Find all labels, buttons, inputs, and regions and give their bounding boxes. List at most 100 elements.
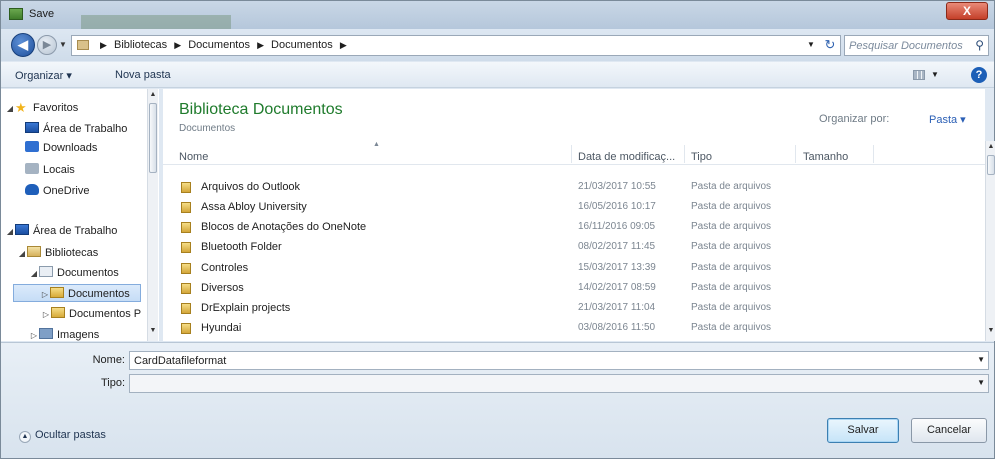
chevron-right-icon: ▶ (174, 40, 182, 50)
recent-pages-dropdown[interactable]: ▼ (59, 40, 67, 49)
file-name-label: Nome: (92, 354, 125, 366)
file-row[interactable]: Hyundai 03/08/2016 11:50 Pasta de arquiv… (163, 318, 985, 338)
navigation-scrollbar[interactable]: ▲ ▼ (147, 89, 158, 341)
nav-item-documentos-selected[interactable]: ▷ Documentos (13, 284, 141, 302)
file-row[interactable]: Blocos de Anotações do OneNote 16/11/201… (163, 217, 985, 237)
scroll-down-icon[interactable]: ▼ (148, 327, 158, 334)
save-form: Nome: ▼ Tipo: ▼ ▲ Ocultar pastas Salvar C… (1, 342, 994, 458)
nav-item-locais[interactable]: Locais (25, 161, 75, 179)
nav-item-label: OneDrive (43, 185, 90, 197)
column-header-size[interactable]: Tamanho (803, 151, 848, 163)
hide-folders-toggle[interactable]: ▲ Ocultar pastas (19, 429, 106, 443)
nav-item-bibliotecas[interactable]: ◢ Bibliotecas (17, 244, 98, 262)
file-row[interactable]: Bluetooth Folder 08/02/2017 11:45 Pasta … (163, 237, 985, 257)
scrollbar-thumb[interactable] (987, 155, 995, 175)
nav-item-label: Downloads (43, 142, 98, 154)
file-type: Pasta de arquivos (691, 302, 772, 313)
nav-item-label: Bibliotecas (45, 247, 99, 259)
folder-icon (181, 182, 191, 193)
file-name: DrExplain projects (201, 302, 291, 314)
arrange-by-label: Organizar por: (819, 113, 890, 125)
downloads-icon (25, 141, 39, 152)
breadcrumb-item[interactable]: Documentos (271, 39, 333, 51)
file-row[interactable]: Arquivos do Outlook 21/03/2017 10:55 Pas… (163, 177, 985, 197)
scrollbar-thumb[interactable] (149, 103, 157, 173)
file-name: Hyundai (201, 322, 242, 334)
file-type: Pasta de arquivos (691, 221, 772, 232)
file-type-select[interactable]: ▼ (129, 374, 989, 393)
column-header-type[interactable]: Tipo (691, 151, 712, 163)
column-header-date[interactable]: Data de modificaç... (578, 151, 675, 163)
scroll-down-icon[interactable]: ▼ (986, 327, 995, 334)
close-button[interactable]: X (946, 2, 988, 20)
breadcrumb-item[interactable]: Documentos (188, 39, 250, 51)
scroll-up-icon[interactable]: ▲ (986, 143, 995, 150)
nav-item-downloads[interactable]: Downloads (25, 139, 97, 157)
collapse-icon[interactable]: ◢ (17, 245, 27, 263)
chevron-down-icon[interactable]: ▼ (977, 378, 985, 387)
collapse-icon[interactable]: ◢ (5, 100, 15, 118)
search-icon[interactable]: ⚲ (975, 38, 984, 52)
column-divider[interactable] (684, 145, 685, 163)
search-box[interactable]: ⚲ (844, 35, 989, 56)
desktop-icon (15, 224, 29, 235)
collapse-icon[interactable]: ◢ (5, 223, 15, 241)
column-divider[interactable] (795, 145, 796, 163)
help-button[interactable]: ? (971, 67, 987, 83)
file-name: Blocos de Anotações do OneNote (201, 221, 367, 233)
column-divider[interactable] (873, 145, 874, 163)
chevron-down-icon: ▼ (931, 70, 939, 79)
file-type-label: Tipo: (100, 377, 125, 389)
refresh-button[interactable]: ↻ (821, 36, 839, 54)
file-date: 21/03/2017 11:04 (578, 302, 656, 313)
collapse-icon[interactable]: ◢ (29, 265, 39, 283)
expand-icon[interactable]: ▷ (40, 286, 50, 304)
background-window-ghost (81, 15, 231, 29)
file-row[interactable]: Controles 15/03/2017 13:39 Pasta de arqu… (163, 258, 985, 278)
address-dropdown[interactable]: ▼ (807, 40, 815, 49)
nav-item-label: Documentos (57, 267, 119, 279)
file-type: Pasta de arquivos (691, 322, 772, 333)
organize-menu-button[interactable]: Organizar ▾ (15, 69, 72, 82)
window-title: Save (29, 8, 55, 20)
nav-item-documentos-publicos[interactable]: ▷ Documentos P (41, 305, 141, 323)
file-row[interactable]: Assa Abloy University 16/05/2016 10:17 P… (163, 197, 985, 217)
arrange-by-dropdown[interactable]: Pasta ▾ (929, 113, 966, 126)
file-row[interactable]: DrExplain projects 21/03/2017 11:04 Past… (163, 298, 985, 318)
folder-icon (181, 283, 191, 294)
folder-icon (51, 307, 65, 318)
column-divider[interactable] (571, 145, 572, 163)
column-header-name[interactable]: Nome (179, 151, 208, 163)
back-button[interactable]: ◀ (11, 33, 35, 57)
nav-item-favoritos[interactable]: ◢ ★ Favoritos (5, 99, 78, 117)
file-row[interactable]: Diversos 14/02/2017 08:59 Pasta de arqui… (163, 278, 985, 298)
scroll-up-icon[interactable]: ▲ (148, 91, 158, 98)
hide-folders-label: Ocultar pastas (35, 429, 106, 441)
address-bar[interactable]: ▶ Bibliotecas ▶ Documentos ▶ Documentos … (71, 35, 841, 56)
breadcrumb-item[interactable]: Bibliotecas (114, 39, 167, 51)
change-view-button[interactable]: ▼ (913, 68, 941, 82)
file-type-value[interactable] (134, 376, 950, 391)
nav-item-label: Favoritos (33, 102, 79, 114)
address-row: ◀ ▶ ▼ ▶ Bibliotecas ▶ Documentos ▶ Docum… (1, 29, 994, 61)
file-list-scrollbar[interactable]: ▲ ▼ (985, 141, 995, 341)
nav-item-area-de-trabalho-root[interactable]: ◢ Área de Trabalho (5, 222, 117, 240)
new-folder-button[interactable]: Nova pasta (115, 69, 171, 81)
expand-icon[interactable]: ▷ (41, 306, 51, 324)
chevron-down-icon[interactable]: ▼ (977, 355, 985, 364)
desktop-icon (25, 122, 39, 133)
cancel-button[interactable]: Cancelar (911, 418, 987, 443)
nav-item-area-de-trabalho[interactable]: Área de Trabalho (25, 120, 127, 138)
chevron-right-icon: ▶ (339, 40, 347, 50)
file-name-field[interactable]: ▼ (129, 351, 989, 370)
folder-icon (181, 323, 191, 334)
library-subtitle: Documentos (179, 123, 236, 134)
nav-item-documentos-library[interactable]: ◢ Documentos (29, 264, 119, 282)
folder-icon (181, 222, 191, 233)
search-input[interactable] (849, 38, 964, 53)
save-button[interactable]: Salvar (827, 418, 899, 443)
file-name-input[interactable] (134, 353, 950, 368)
forward-button[interactable]: ▶ (37, 35, 57, 55)
nav-item-onedrive[interactable]: OneDrive (25, 182, 89, 200)
file-type: Pasta de arquivos (691, 282, 772, 293)
